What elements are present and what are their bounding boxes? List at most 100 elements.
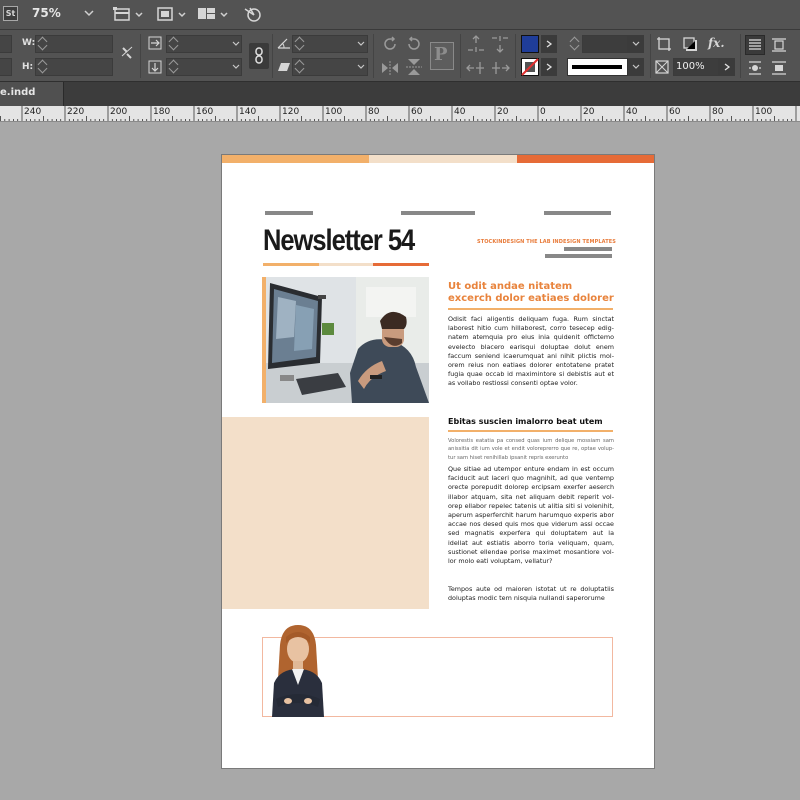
chevron-right-icon bbox=[546, 63, 553, 71]
top-bar-deep-orange bbox=[517, 155, 654, 163]
newsletter-title[interactable]: Newsletter 54 bbox=[263, 224, 415, 258]
chevron-down-icon bbox=[632, 64, 640, 69]
ruler-label: 220 bbox=[67, 107, 85, 117]
effects-fx-icon[interactable]: fx. bbox=[708, 36, 725, 50]
separator bbox=[650, 34, 651, 78]
flip-vertical-icon[interactable] bbox=[405, 58, 423, 76]
separator bbox=[740, 34, 741, 78]
article-headline-line-1: Ut odit andae nitatem bbox=[448, 281, 573, 292]
title-underline-1 bbox=[263, 263, 319, 266]
ruler-label: 180 bbox=[153, 107, 171, 117]
screen-mode-icon[interactable] bbox=[155, 5, 189, 25]
stroke-weight-stepper[interactable] bbox=[570, 35, 580, 53]
view-options-icon[interactable] bbox=[112, 5, 146, 25]
document-tab[interactable]: e.indd bbox=[0, 82, 64, 106]
scale-x-stepper[interactable] bbox=[169, 35, 179, 53]
grey-marker bbox=[544, 211, 611, 215]
grey-marker bbox=[545, 254, 612, 258]
hero-photo-man-at-computer[interactable] bbox=[266, 277, 429, 403]
document-tab-bar: e.indd bbox=[0, 82, 800, 106]
scale-y-stepper[interactable] bbox=[169, 58, 179, 76]
ruler-label: 60 bbox=[669, 107, 681, 117]
chevron-down-icon[interactable] bbox=[357, 41, 365, 47]
subhead-rule bbox=[448, 430, 613, 432]
chevron-down-icon[interactable] bbox=[357, 64, 365, 70]
shear-angle-icon bbox=[278, 63, 290, 71]
fill-color-swatch[interactable] bbox=[521, 35, 539, 53]
constrain-proportions-icon[interactable] bbox=[119, 44, 135, 62]
ruler-label: 140 bbox=[239, 107, 257, 117]
scale-x-icon bbox=[148, 36, 162, 50]
chevron-right-icon bbox=[546, 40, 553, 48]
article-body-2[interactable]: Que sitiae ad utempor enture endam in es… bbox=[448, 465, 614, 566]
ruler-label: 120 bbox=[282, 107, 300, 117]
flip-horizontal-icon[interactable] bbox=[381, 60, 399, 76]
height-label: H: bbox=[22, 62, 34, 72]
select-container-icon[interactable] bbox=[466, 35, 486, 53]
text-wrap-jump-icon[interactable] bbox=[771, 61, 787, 75]
width-stepper[interactable] bbox=[38, 35, 48, 53]
stroke-type-preview bbox=[572, 65, 622, 69]
separator bbox=[272, 34, 273, 78]
opacity-value: 100% bbox=[676, 61, 705, 72]
rotation-stepper[interactable] bbox=[295, 35, 305, 53]
rotate-counterclockwise-icon[interactable] bbox=[405, 35, 423, 53]
scale-y-icon bbox=[148, 60, 162, 74]
grey-marker bbox=[401, 211, 475, 215]
chevron-down-icon[interactable] bbox=[232, 41, 240, 47]
stroke-none-swatch[interactable] bbox=[521, 58, 539, 76]
tagline[interactable]: STOCKINDESIGN THE LAB INDESIGN TEMPLATES bbox=[477, 239, 616, 245]
title-underline-2 bbox=[319, 263, 373, 266]
title-underline-3 bbox=[373, 263, 429, 266]
select-previous-object-icon[interactable] bbox=[466, 60, 486, 76]
headline-rule bbox=[448, 308, 613, 310]
rotation-angle-icon bbox=[277, 38, 290, 49]
ruler-label: 60 bbox=[411, 107, 423, 117]
grey-marker bbox=[564, 247, 612, 251]
stroke-weight-field[interactable] bbox=[582, 35, 628, 53]
opacity-icon bbox=[655, 60, 669, 74]
application-bar: St 75% bbox=[0, 0, 800, 30]
y-field[interactable] bbox=[0, 58, 12, 76]
p-icon: P bbox=[434, 44, 448, 65]
article-headline-line-2: excerch dolor eatiaes dolorer bbox=[448, 293, 614, 304]
link-icon bbox=[255, 47, 263, 64]
ruler-label: 40 bbox=[626, 107, 638, 117]
text-wrap-bounding-icon[interactable] bbox=[771, 38, 787, 52]
ruler-label: 240 bbox=[24, 107, 42, 117]
separator bbox=[460, 34, 461, 78]
ruler-label: 100 bbox=[325, 107, 343, 117]
select-content-icon[interactable] bbox=[490, 35, 510, 53]
article-body-3[interactable]: Tempos aute od maioren istotat ut re dol… bbox=[448, 585, 614, 603]
frame-fitting-icon[interactable] bbox=[656, 36, 672, 52]
zoom-level-value: 75% bbox=[32, 6, 61, 20]
document-page[interactable]: Newsletter 54 STOCKINDESIGN THE LAB INDE… bbox=[221, 154, 655, 769]
article-lead[interactable]: Volorestis eatatia pa consed quas ium de… bbox=[448, 437, 614, 462]
ruler-label: 0 bbox=[540, 107, 546, 117]
drop-shadow-icon[interactable] bbox=[682, 36, 698, 52]
separator bbox=[515, 34, 516, 78]
article-headline[interactable]: Ut odit andae nitatem excerch dolor eati… bbox=[448, 281, 628, 305]
horizontal-ruler[interactable]: 240 220 200 180 160 140 120 100 80 60 40 20 0 20 40 60 8… bbox=[0, 106, 800, 122]
height-stepper[interactable] bbox=[38, 58, 48, 76]
document-tab-title: e.indd bbox=[0, 87, 36, 98]
text-wrap-shape-icon[interactable] bbox=[748, 61, 762, 75]
shear-stepper[interactable] bbox=[295, 58, 305, 76]
ruler-label: 160 bbox=[196, 107, 214, 117]
rotate-clockwise-icon[interactable] bbox=[381, 35, 399, 53]
control-panel: W: H: P fx. 100% bbox=[0, 30, 800, 82]
grey-marker bbox=[265, 211, 313, 215]
article-body-1[interactable]: Odisit faci aligentis deliquam fuga. Rum… bbox=[448, 315, 614, 389]
select-next-object-icon[interactable] bbox=[490, 60, 510, 76]
article-subhead[interactable]: Ebitas suscien imalorro beat utem bbox=[448, 417, 603, 426]
separator bbox=[373, 34, 374, 78]
peach-color-block[interactable] bbox=[222, 417, 429, 609]
zoom-level-dropdown[interactable]: 75% bbox=[28, 3, 96, 25]
ruler-label: 40 bbox=[454, 107, 466, 117]
profile-photo-woman[interactable] bbox=[266, 623, 328, 717]
gpu-performance-icon[interactable] bbox=[242, 5, 264, 25]
app-logo[interactable]: St bbox=[3, 6, 18, 21]
x-field[interactable] bbox=[0, 35, 12, 53]
arrange-documents-icon[interactable] bbox=[196, 5, 234, 25]
chevron-down-icon[interactable] bbox=[232, 64, 240, 70]
